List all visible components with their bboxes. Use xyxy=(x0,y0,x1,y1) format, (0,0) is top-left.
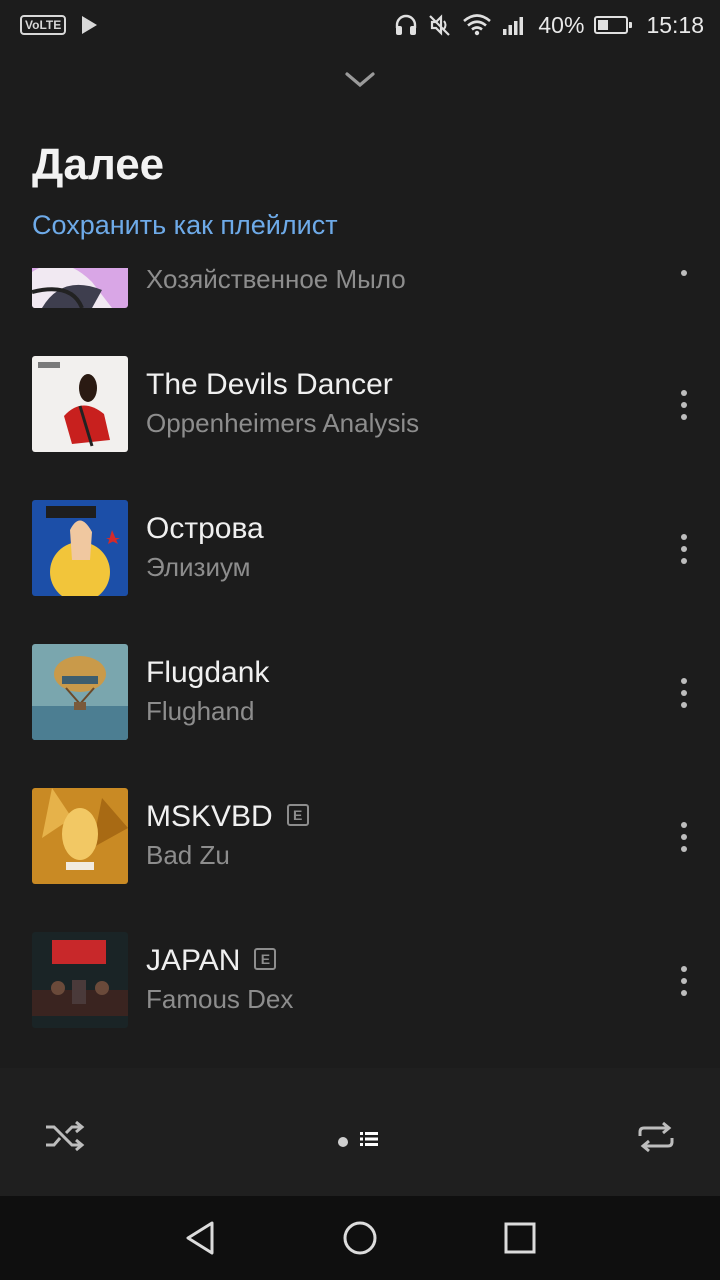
more-options-icon[interactable] xyxy=(674,822,694,852)
volte-badge: VoLTE xyxy=(20,15,67,35)
list-item[interactable]: The Devils Dancer Oppenheimers Analysis xyxy=(0,356,720,452)
pager-dot[interactable] xyxy=(338,1136,348,1147)
wifi-icon xyxy=(462,13,492,37)
signal-icon xyxy=(502,14,528,36)
explicit-badge: E xyxy=(254,948,277,971)
battery-level xyxy=(598,20,609,30)
shuffle-icon[interactable] xyxy=(44,1120,86,1157)
explicit-badge: E xyxy=(286,804,309,827)
track-artist: Flughand xyxy=(146,696,255,726)
page-title: Далее xyxy=(32,140,165,189)
queue-list[interactable]: Хозяйственное Мыло The Devils Dancer Opp… xyxy=(0,268,720,1063)
mute-icon xyxy=(428,13,452,37)
list-item[interactable]: JAPAN E Famous Dex xyxy=(0,932,720,1028)
page-indicator xyxy=(338,1132,378,1151)
collapse-chevron-down-icon[interactable] xyxy=(342,66,378,94)
status-bar: VoLTE 40% 15:18 xyxy=(0,0,720,50)
more-options-icon[interactable] xyxy=(674,534,694,564)
track-title: Flugdank xyxy=(146,656,270,689)
track-title: JAPAN E xyxy=(146,944,277,978)
clock: 15:18 xyxy=(646,11,704,38)
home-circle-icon[interactable] xyxy=(342,1220,378,1261)
album-cover xyxy=(32,788,128,884)
more-options-icon[interactable] xyxy=(674,966,694,996)
list-item[interactable]: Flugdank Flughand xyxy=(0,644,720,740)
track-title: Острова xyxy=(146,512,264,545)
headphones-icon xyxy=(394,14,418,36)
save-as-playlist-link[interactable]: Сохранить как плейлист xyxy=(32,210,338,241)
list-item[interactable]: Острова Элизиум xyxy=(0,500,720,596)
battery-icon xyxy=(594,16,633,34)
track-artist: Famous Dex xyxy=(146,984,294,1014)
more-options-icon[interactable] xyxy=(674,268,694,276)
play-icon xyxy=(82,16,98,34)
album-cover xyxy=(32,644,128,740)
system-navigation-bar xyxy=(0,1196,720,1280)
track-artist: Bad Zu xyxy=(146,840,230,870)
album-cover xyxy=(32,356,128,452)
battery-percent: 40% xyxy=(538,11,585,38)
track-artist: Элизиум xyxy=(146,552,251,582)
album-cover xyxy=(32,932,128,1028)
playback-controls xyxy=(0,1068,720,1196)
list-item[interactable]: MSKVBD E Bad Zu xyxy=(0,788,720,884)
track-artist: Oppenheimers Analysis xyxy=(146,408,420,438)
now-playing-queue-screen: VoLTE 40% 15:18 Далее Сохранить как плей… xyxy=(0,0,720,1280)
album-cover xyxy=(32,268,128,308)
track-title: The Devils Dancer xyxy=(146,368,393,401)
more-options-icon[interactable] xyxy=(674,390,694,420)
recent-apps-square-icon[interactable] xyxy=(504,1222,536,1259)
track-artist: Хозяйственное Мыло xyxy=(146,268,406,294)
more-options-icon[interactable] xyxy=(674,678,694,708)
track-title: MSKVBD E xyxy=(146,800,309,834)
back-triangle-icon[interactable] xyxy=(184,1220,216,1261)
list-item[interactable]: Хозяйственное Мыло xyxy=(0,268,720,308)
queue-list-icon[interactable] xyxy=(360,1132,378,1151)
album-cover xyxy=(32,500,128,596)
repeat-icon[interactable] xyxy=(636,1120,676,1159)
